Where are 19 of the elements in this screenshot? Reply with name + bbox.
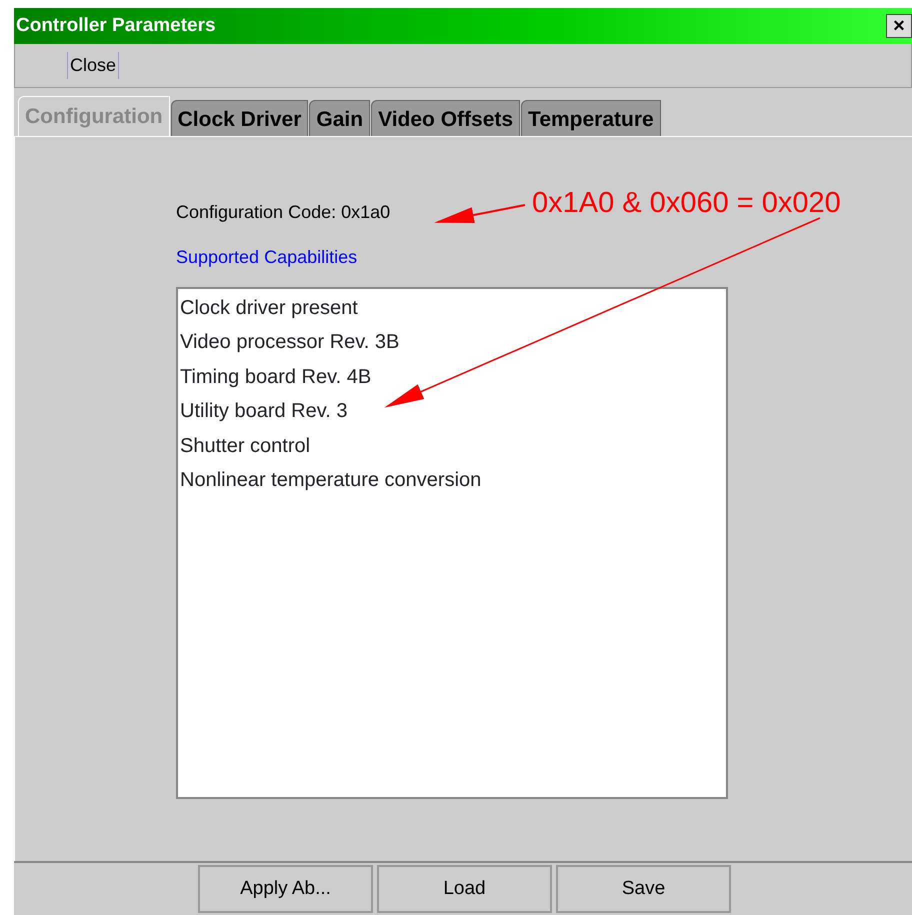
close-button[interactable]: × — [886, 14, 912, 38]
action-button[interactable]: Load — [377, 865, 552, 913]
tab[interactable]: Gain — [309, 100, 370, 136]
list-item: Video processor Rev. 3B — [180, 330, 400, 356]
tab[interactable]: Clock Driver — [170, 100, 308, 136]
tab[interactable]: Video Offsets — [371, 100, 520, 136]
list-item: Nonlinear temperature conversion — [180, 468, 482, 494]
list-item: Utility board Rev. 3 — [180, 399, 348, 424]
configuration-code: Configuration Code: 0x1a0 — [176, 201, 390, 224]
annotation-text: 0x1A0 & 0x060 = 0x020 — [532, 186, 841, 221]
section-heading: Supported Capabilities — [176, 246, 358, 269]
window-title: Controller Parameters — [16, 14, 216, 38]
list-item: Shutter control — [180, 434, 310, 459]
action-button[interactable]: Apply Ab... — [198, 865, 373, 913]
tab[interactable]: Temperature — [521, 100, 661, 136]
list-item: Timing board Rev. 4B — [180, 364, 372, 390]
action-button[interactable]: Save — [556, 865, 731, 913]
menu-item[interactable]: Close — [67, 52, 120, 79]
list-item: Clock driver present — [180, 296, 358, 321]
